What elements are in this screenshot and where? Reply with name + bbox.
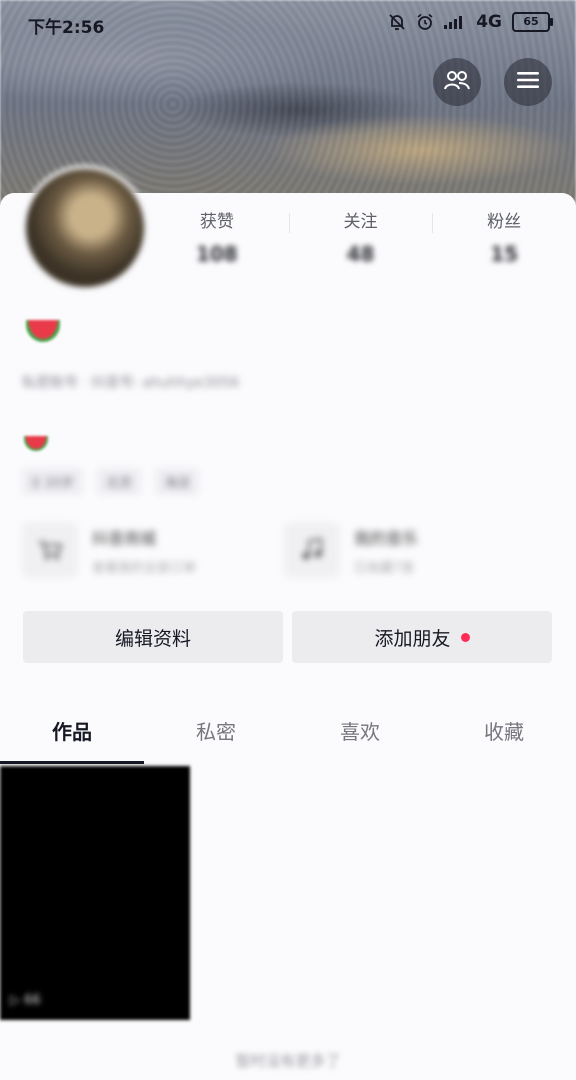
menu-button[interactable] — [504, 58, 552, 106]
stat-following[interactable]: 关注 48 — [288, 205, 433, 275]
stat-label: 关注 — [343, 212, 378, 232]
network-type: 4G — [476, 12, 502, 32]
signal-icon — [444, 15, 466, 29]
feature-subtitle: 已收藏7首 — [354, 560, 415, 576]
feature-entry-shop[interactable]: 抖音商城 查看我的全部订单 — [22, 522, 196, 578]
tag-location: 北京 — [97, 468, 142, 495]
content-tabs: 作品 私密 喜欢 收藏 — [0, 700, 576, 764]
profile-tags: ♀ 20岁 北京 海淀 — [22, 468, 200, 495]
stat-value: 48 — [346, 242, 375, 266]
tab-private[interactable]: 私密 — [144, 700, 288, 764]
edit-profile-button[interactable]: 编辑资料 — [23, 611, 283, 663]
battery-icon: 65 — [512, 12, 553, 32]
add-friend-button[interactable]: 添加朋友 — [292, 611, 552, 663]
feature-title: 抖音商城 — [92, 528, 157, 548]
hamburger-menu-icon — [517, 71, 539, 93]
feature-entry-music[interactable]: 我的音乐 已收藏7首 — [284, 522, 418, 578]
stat-value: 15 — [490, 242, 519, 266]
people-icon — [444, 69, 470, 95]
music-note-icon — [284, 522, 340, 578]
tag-district: 海淀 — [155, 468, 200, 495]
avatar[interactable] — [22, 165, 148, 291]
cart-icon — [22, 522, 78, 578]
friends-button[interactable] — [433, 58, 481, 106]
tag-gender-age: ♀ 20岁 — [22, 468, 84, 495]
status-bar: 下午2:56 4G 65 — [0, 0, 576, 46]
play-count: ▷ 66 — [10, 993, 41, 1008]
feature-title: 我的音乐 — [354, 528, 419, 548]
edit-profile-label: 编辑资料 — [114, 627, 191, 650]
stat-followers[interactable]: 粉丝 15 — [432, 205, 576, 275]
work-thumbnail[interactable]: ▷ 66 — [0, 766, 190, 1020]
mute-bell-icon — [388, 13, 406, 31]
notification-dot — [460, 632, 470, 642]
stat-likes[interactable]: 获赞 108 — [145, 205, 289, 275]
status-time: 下午2:56 — [28, 18, 105, 38]
stat-label: 粉丝 — [487, 212, 522, 232]
tab-favorites[interactable]: 收藏 — [432, 700, 576, 764]
stat-label: 获赞 — [199, 212, 234, 232]
profile-stats: 获赞 108 关注 48 粉丝 15 — [145, 205, 576, 275]
no-more-content-note: 暂时没有更多了 — [235, 1052, 341, 1070]
account-id-line[interactable]: 私密账号 · 抖音号: ahuhhye3056 — [22, 372, 239, 392]
tab-works[interactable]: 作品 — [0, 700, 144, 764]
status-icons: 4G 65 — [388, 12, 553, 32]
stat-value: 108 — [195, 242, 238, 266]
feature-subtitle: 查看我的全部订单 — [92, 560, 197, 576]
alarm-icon — [416, 13, 434, 31]
add-friend-label: 添加朋友 — [374, 627, 451, 650]
tab-likes[interactable]: 喜欢 — [288, 700, 432, 764]
